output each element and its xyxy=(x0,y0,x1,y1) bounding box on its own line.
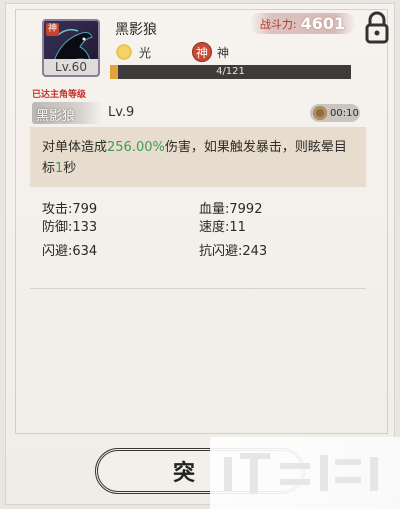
element-light: 光 xyxy=(115,42,151,62)
skill-description: 对单体造成256.00%伤害，如果触发暴击，则眩晕目标1秒 xyxy=(30,127,366,187)
portrait-level: Lv.60 xyxy=(44,59,98,75)
lock-icon[interactable] xyxy=(365,11,389,45)
combat-power: 战斗力: 4601 xyxy=(250,13,355,34)
cooldown-icon xyxy=(313,106,327,120)
stat-dodge: 闪避:634 xyxy=(42,244,98,259)
desc-damage-percent: 256.00% xyxy=(107,140,165,155)
stat-hp: 血量:7992 xyxy=(199,202,263,217)
god-emblem-icon: 神 xyxy=(192,42,212,62)
stat-attack: 攻击:799 xyxy=(42,202,98,217)
breakthrough-button-label: 突 xyxy=(172,461,195,486)
element-light-label: 光 xyxy=(139,45,152,60)
watermark-logo-icon xyxy=(224,453,378,493)
portrait-badge: 神 xyxy=(46,23,59,36)
combat-power-value: 4601 xyxy=(300,14,346,33)
stat-defense: 防御:133 xyxy=(42,220,98,235)
pet-portrait[interactable]: 神 Lv.60 xyxy=(42,19,100,77)
exp-text: 4/121 xyxy=(216,66,245,77)
pet-name: 黑影狼 xyxy=(115,22,157,38)
desc-part3: 秒 xyxy=(63,161,77,176)
exp-bar: 4/121 xyxy=(110,65,351,79)
skill-header: 黑影狼 Lv.9 00:10 xyxy=(32,102,362,124)
element-god-label: 神 xyxy=(217,45,230,60)
skill-name: 黑影狼 xyxy=(36,109,76,124)
sun-icon xyxy=(115,43,133,61)
desc-part1: 对单体造成 xyxy=(42,140,108,155)
watermark-overlay xyxy=(210,437,400,509)
stat-speed: 速度:11 xyxy=(199,220,246,235)
max-level-note: 已达主角等级 xyxy=(32,90,87,100)
element-god: 神 神 xyxy=(192,42,229,62)
stat-anti-dodge: 抗闪避:243 xyxy=(199,244,268,259)
cooldown-text: 00:10 xyxy=(330,107,359,119)
cooldown-badge: 00:10 xyxy=(310,104,360,122)
skill-level: Lv.9 xyxy=(108,105,135,120)
section-divider xyxy=(30,288,366,289)
combat-power-label: 战斗力: xyxy=(259,17,297,31)
